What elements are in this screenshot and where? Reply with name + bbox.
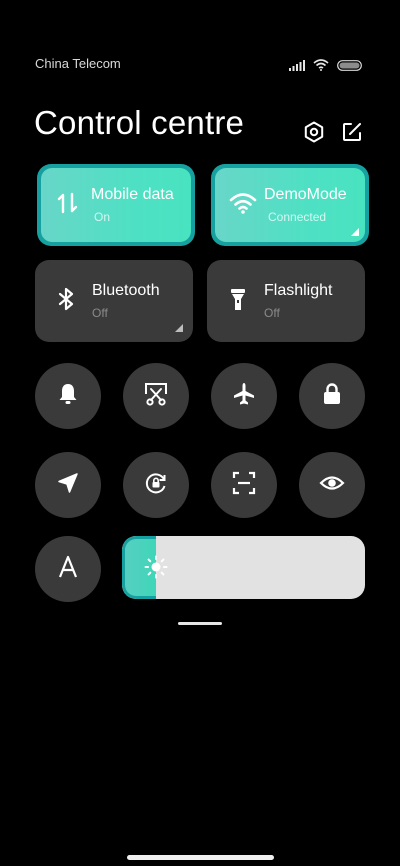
mobile-data-tile-inner: Mobile data On [41,168,191,242]
eye-icon [319,470,345,500]
airplane-icon [231,381,257,411]
sun-icon [144,555,168,579]
wifi-expand-indicator [351,228,359,236]
wifi-status: Connected [268,210,327,224]
lock-icon [319,381,345,411]
brightness-slider[interactable] [122,536,365,599]
flashlight-status: Off [264,306,280,320]
scanner-toggle[interactable] [211,452,277,518]
airplane-mode-toggle[interactable] [211,363,277,429]
location-toggle[interactable] [35,452,101,518]
page-title: Control centre [34,104,245,141]
wifi-icon [313,56,329,75]
screenshot-icon [143,381,169,411]
settings-icon[interactable] [302,120,326,144]
bluetooth-label: Bluetooth [92,282,160,299]
collapse-handle[interactable] [178,622,222,625]
bluetooth-icon [53,286,79,312]
carrier-name: China Telecom [35,56,121,71]
rotation-lock-toggle[interactable] [123,452,189,518]
mobile-data-icon [55,190,81,216]
home-indicator[interactable] [127,855,274,860]
status-icons [289,56,362,75]
rotation-lock-icon [143,470,169,500]
reading-mode-toggle[interactable] [299,452,365,518]
wifi-network-label: DemoMode [264,186,347,203]
wifi-tile-icon [229,190,257,216]
flashlight-tile[interactable]: Flashlight Off [207,260,365,342]
lock-screen-toggle[interactable] [299,363,365,429]
status-bar [0,0,400,40]
mobile-data-status: On [94,210,111,224]
bluetooth-status: Off [92,306,108,320]
flashlight-label: Flashlight [264,282,333,299]
font-size-icon [55,554,81,584]
bluetooth-tile[interactable]: Bluetooth Off [35,260,193,342]
flashlight-icon [225,286,251,312]
wifi-tile[interactable]: DemoMode Connected [211,164,369,246]
battery-icon [337,56,362,75]
font-size-toggle[interactable] [35,536,101,602]
silent-toggle[interactable] [35,363,101,429]
scanner-icon [231,470,257,500]
screenshot-toggle[interactable] [123,363,189,429]
location-icon [55,470,81,500]
bell-icon [55,381,81,411]
signal-icon [289,56,305,75]
bluetooth-expand-indicator [175,324,183,332]
mobile-data-tile[interactable]: Mobile data On [37,164,195,246]
wifi-tile-inner: DemoMode Connected [215,168,365,242]
edit-icon[interactable] [340,120,364,144]
mobile-data-label: Mobile data [91,186,174,203]
